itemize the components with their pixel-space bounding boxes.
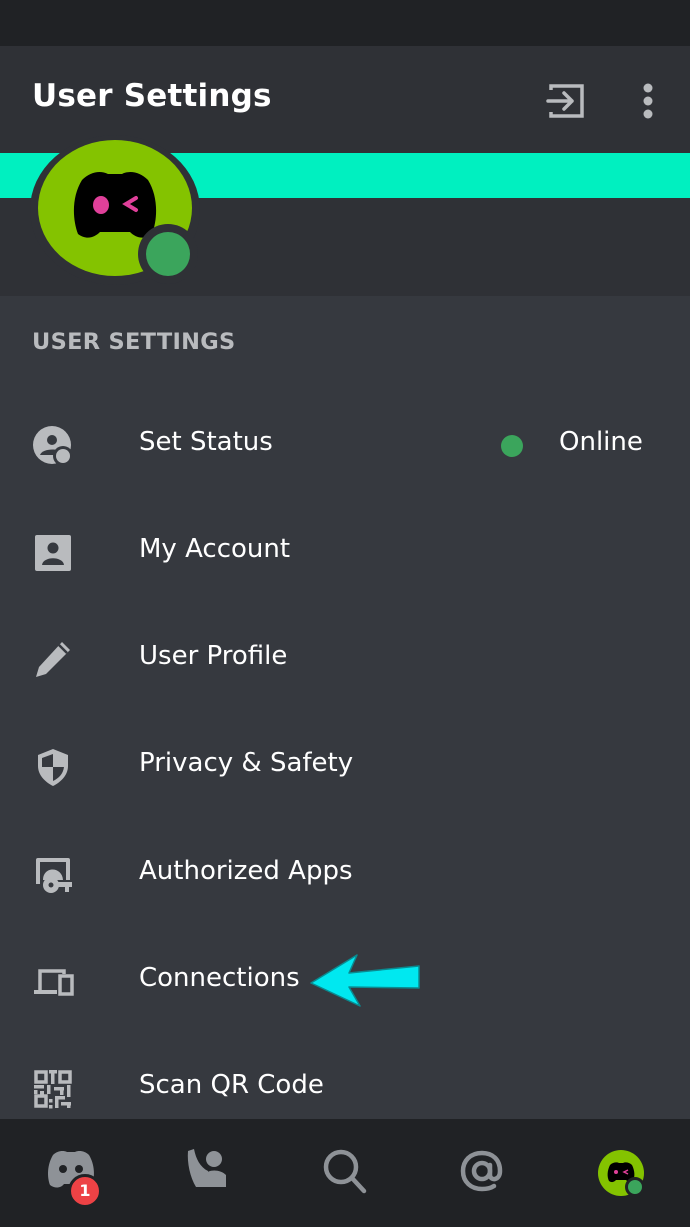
online-status-indicator	[146, 232, 190, 276]
online-status-indicator	[625, 1177, 645, 1197]
settings-item-set-status[interactable]: Set Status Online	[0, 400, 690, 490]
annotation-arrow	[310, 954, 420, 1007]
shield-icon	[38, 749, 68, 786]
status-bar	[0, 0, 690, 46]
item-label: My Account	[139, 534, 291, 564]
item-label: Connections	[139, 963, 300, 993]
notification-badge: 1	[68, 1174, 102, 1208]
more-vertical-icon[interactable]	[636, 82, 660, 120]
online-dot-icon	[501, 435, 523, 457]
settings-item-authorized-apps[interactable]: Authorized Apps	[0, 829, 690, 919]
qr-code-icon	[34, 1070, 72, 1109]
account-icon	[35, 535, 71, 571]
settings-item-user-profile[interactable]: User Profile	[0, 614, 690, 704]
item-label: Set Status	[139, 427, 273, 457]
settings-item-privacy-safety[interactable]: Privacy & Safety	[0, 721, 690, 811]
item-label: Privacy & Safety	[139, 748, 354, 778]
section-label: USER SETTINGS	[32, 329, 236, 355]
status-value: Online	[559, 427, 643, 457]
set-status-icon	[33, 426, 73, 466]
key-icon	[36, 858, 72, 893]
item-label: Scan QR Code	[139, 1070, 324, 1100]
devices-icon	[34, 969, 74, 996]
item-label: User Profile	[139, 641, 288, 671]
search-icon[interactable]	[315, 1141, 375, 1201]
friends-icon[interactable]	[178, 1141, 238, 1201]
exit-icon[interactable]	[546, 82, 586, 120]
settings-item-my-account[interactable]: My Account	[0, 507, 690, 597]
pencil-icon	[36, 642, 70, 677]
at-icon[interactable]	[452, 1141, 512, 1201]
item-label: Authorized Apps	[139, 856, 353, 886]
page-title: User Settings	[32, 78, 272, 114]
